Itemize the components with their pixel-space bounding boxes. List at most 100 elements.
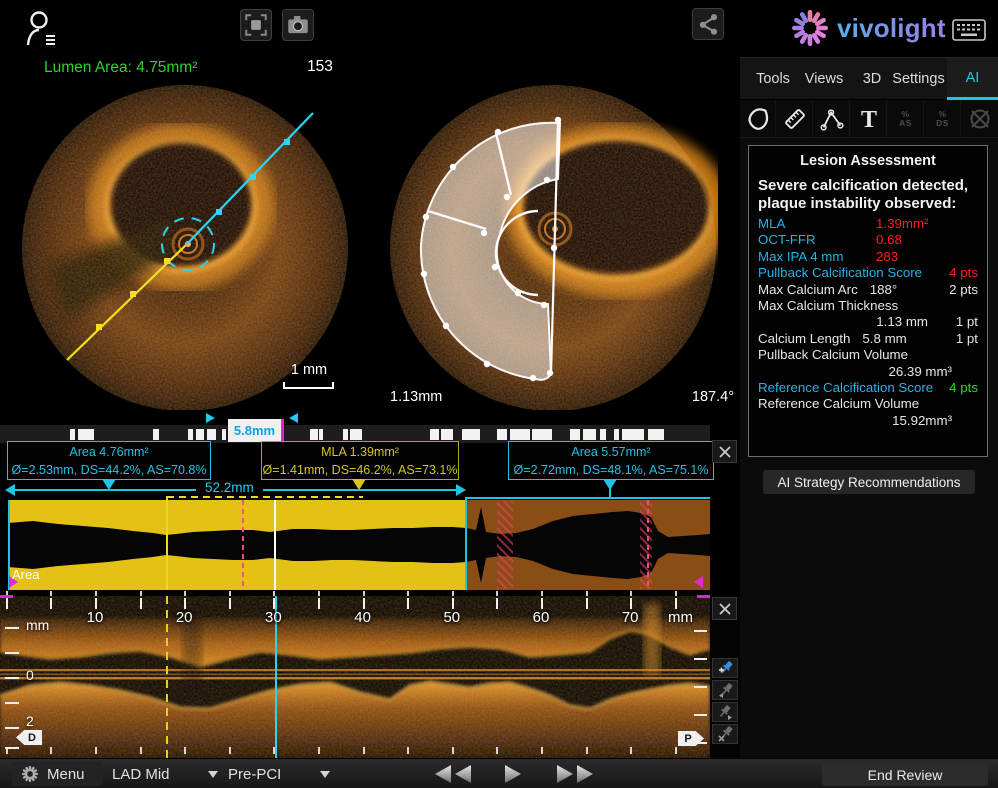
callout-title: MLA 1.39mm² — [262, 443, 458, 461]
ruler-tick — [675, 598, 677, 609]
proximal-callout-stem — [609, 487, 611, 498]
lesion-text: 283 — [876, 249, 898, 265]
callout-detail: Ø=2.72mm, DS=48.1%, AS=75.1% — [509, 461, 713, 479]
lesion-panel-title: Lesion Assessment — [758, 153, 978, 169]
ruler-tick-bottom — [452, 747, 454, 754]
ruler-tick — [630, 598, 632, 609]
tab-3d[interactable]: 3D — [852, 58, 892, 100]
mla-cursor-line-lmode[interactable] — [166, 596, 168, 758]
profile-icon[interactable] — [26, 8, 62, 53]
ruler-tick-bottom — [273, 747, 275, 754]
percent-as-tool-button[interactable]: %AS — [888, 100, 924, 138]
ruler-label-40: 40 — [354, 609, 371, 626]
fast-forward-icon — [555, 764, 595, 784]
percent-ds-label: DS — [936, 119, 949, 128]
ruler-tick — [95, 598, 97, 609]
lesion-text: 5.8 mm — [862, 331, 906, 347]
tab-settings[interactable]: Settings — [890, 58, 947, 100]
ruler-tick — [140, 598, 142, 609]
calcium-segment — [319, 429, 323, 440]
add-pin-button[interactable] — [712, 658, 738, 678]
fast-forward-button[interactable] — [552, 762, 598, 786]
end-review-button[interactable]: End Review — [822, 763, 988, 786]
delete-pin-button[interactable] — [712, 724, 738, 744]
tab-views[interactable]: Views — [798, 58, 850, 100]
tab-ai[interactable]: AI — [947, 58, 998, 100]
next-pin-button[interactable] — [712, 702, 738, 722]
lesion-text: 188° — [870, 282, 898, 298]
distal-reference-callout[interactable]: Area 4.76mm² Ø=2.53mm, DS=44.2%, AS=70.8… — [7, 441, 211, 480]
vivolight-logo-icon — [790, 8, 830, 48]
pullback-select[interactable]: LAD Mid — [112, 762, 218, 786]
lesion-row-value: 15.92mm³ — [758, 413, 978, 429]
lesion-text: Max Calcium Arc — [758, 282, 858, 298]
rewind-icon — [433, 764, 473, 784]
calcium-segment — [222, 429, 226, 440]
trace-tool-button[interactable] — [740, 100, 776, 138]
rewind-button[interactable] — [430, 762, 476, 786]
chevron-down-icon — [208, 771, 218, 783]
ruler-tool-button[interactable] — [777, 100, 813, 138]
close-lmode-button[interactable] — [712, 597, 737, 620]
mla-cursor-line[interactable] — [166, 496, 168, 590]
mla-segment-dash-line — [167, 496, 363, 498]
ruler-label-60: 60 — [533, 609, 550, 626]
mla-callout[interactable]: MLA 1.39mm² Ø=1.41mm, DS=46.2%, AS=73.1% — [261, 441, 459, 480]
ruler-tick-bottom — [140, 747, 142, 754]
phase-select[interactable]: Pre-PCI — [228, 762, 330, 786]
text-tool-button[interactable]: T — [851, 100, 887, 138]
lumen-area-label: Lumen Area: 4.75mm² — [44, 59, 197, 77]
bookmark-line-1 — [242, 500, 244, 590]
calcium-segment — [310, 429, 318, 440]
calcium-segment — [648, 429, 664, 440]
keyboard-icon[interactable] — [952, 19, 986, 41]
menu-button[interactable]: Menu — [12, 762, 102, 786]
lesion-text: Max Calcium Thickness — [758, 298, 898, 314]
ruler-tick — [541, 598, 543, 609]
clear-annotations-button[interactable] — [962, 100, 998, 138]
scale-bar-label: 1 mm — [284, 362, 334, 378]
ruler-tick-bottom — [318, 747, 320, 754]
callout-detail: Ø=1.41mm, DS=46.2%, AS=73.1% — [262, 461, 458, 479]
ruler-unit-right: mm — [668, 609, 693, 626]
calcium-extent-arrow-left — [206, 413, 215, 423]
play-button[interactable] — [498, 762, 528, 786]
angle-tool-button[interactable] — [814, 100, 850, 138]
ruler-label-10: 10 — [87, 609, 104, 626]
tab-tools[interactable]: Tools — [748, 58, 798, 100]
depth-dash — [5, 652, 19, 654]
current-frame-cursor[interactable] — [274, 500, 276, 590]
depth-dash — [5, 747, 19, 749]
callout-title: Area 4.76mm² — [8, 443, 210, 461]
lumen-area-graph[interactable] — [8, 500, 710, 590]
depth-dash — [5, 702, 19, 704]
chevron-down-icon — [320, 771, 330, 783]
percent-ds-tool-button[interactable]: %DS — [925, 100, 961, 138]
lesion-row: Max IPA 4 mm283 — [758, 249, 978, 265]
depth-dash — [5, 627, 19, 629]
callout-detail: Ø=2.53mm, DS=44.2%, AS=70.8% — [8, 461, 210, 479]
span-arrow-right — [456, 484, 466, 496]
oct-cross-section-right[interactable] — [388, 83, 718, 413]
calcium-segment — [532, 429, 552, 440]
lesion-text: 1.39mm² — [876, 216, 928, 232]
clear-icon — [968, 107, 992, 131]
depth-dash-right — [694, 658, 707, 660]
calcium-segment — [583, 429, 596, 440]
ai-strategy-button[interactable]: AI Strategy Recommendations — [763, 470, 975, 494]
lesion-text: 4 pts — [942, 380, 978, 396]
calcium-segment — [70, 429, 75, 440]
ruler-tick — [229, 598, 231, 609]
lesion-text: Reference Calcification Score — [758, 380, 933, 396]
snapshot-button[interactable] — [282, 9, 314, 41]
ruler-tick — [452, 598, 454, 609]
fullscreen-button[interactable] — [240, 9, 272, 41]
close-measure-panel-button[interactable] — [712, 440, 737, 463]
lesion-rows: MLA1.39mm²OCT-FFR0.68Max IPA 4 mm283Pull… — [758, 216, 978, 429]
share-button[interactable] — [692, 8, 724, 40]
lesion-row: MLA1.39mm² — [758, 216, 978, 232]
proximal-reference-callout[interactable]: Area 5.57mm² Ø=2.72mm, DS=48.1%, AS=75.1… — [508, 441, 714, 480]
previous-pin-button[interactable] — [712, 680, 738, 700]
calcium-segment — [196, 429, 204, 440]
lmode-corner-marker-right — [697, 595, 710, 598]
